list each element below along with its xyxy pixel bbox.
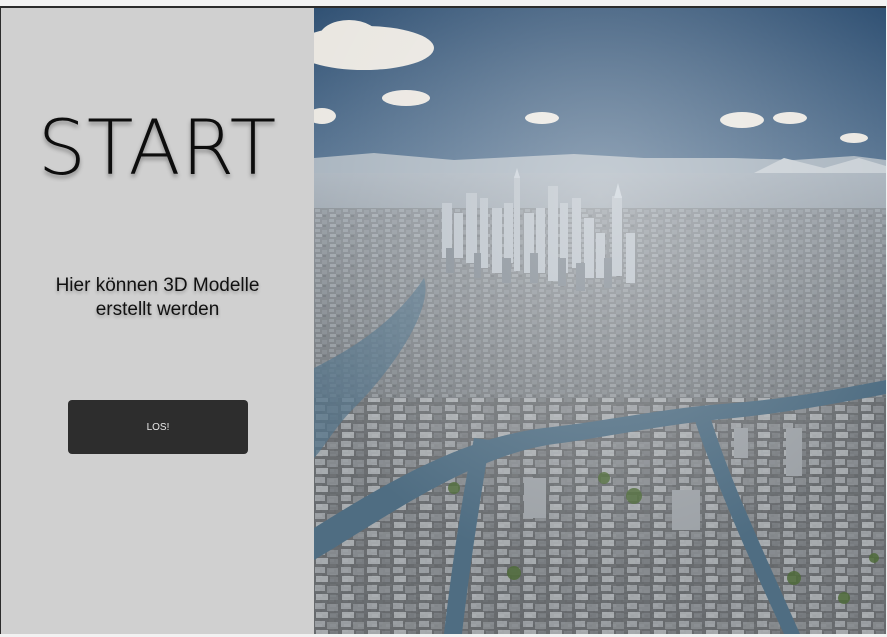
subtitle: Hier können 3D Modelle erstellt werden (1, 274, 314, 322)
hero-city-image (314, 8, 886, 634)
subtitle-line-1: Hier können 3D Modelle (55, 275, 260, 296)
start-button[interactable]: LOS! (68, 400, 248, 454)
app-window: START Hier können 3D Modelle erstellt we… (0, 6, 886, 634)
page-title: START (37, 103, 278, 192)
subtitle-line-2: erstellt werden (95, 299, 220, 320)
city-aerial-illustration (314, 8, 886, 634)
start-panel: START Hier können 3D Modelle erstellt we… (1, 8, 314, 634)
